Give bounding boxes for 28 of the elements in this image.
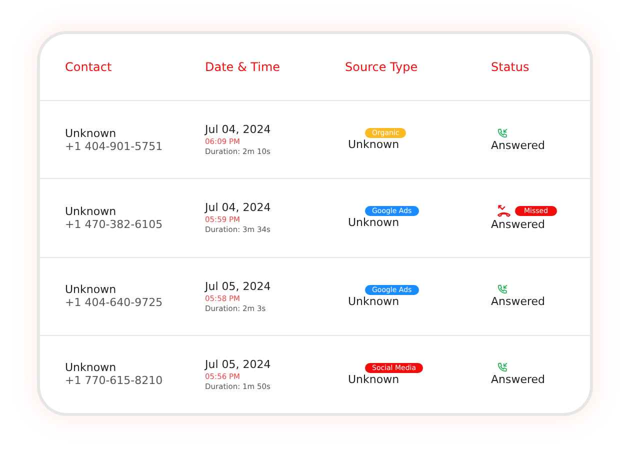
call-status: Answered: [491, 373, 546, 386]
call-date: Jul 04, 2024: [205, 201, 272, 214]
column-header: Source Type: [345, 60, 419, 74]
call-status: Answered: [491, 295, 546, 308]
contact-name: Unknown: [65, 204, 118, 218]
call-status: Answered: [491, 138, 546, 152]
phone-number: +1 770-615-8210: [65, 374, 164, 388]
contact-name: Unknown: [65, 361, 118, 374]
call-date: Jul 05, 2024: [205, 280, 272, 293]
incoming-call-icon: [497, 128, 508, 139]
incoming-call-icon: [497, 362, 508, 374]
phone-number: +1 470-382-6105: [65, 218, 164, 231]
contact-name: Unknown: [65, 126, 118, 140]
source-type: Unknown: [348, 372, 400, 386]
incoming-call-icon: [497, 284, 508, 296]
column-header: Date & Time: [205, 60, 282, 74]
contact-name: Unknown: [65, 283, 118, 296]
column-header: Status: [491, 60, 530, 74]
phone-number: +1 404-901-5751: [65, 140, 164, 153]
missed-call-icon: [497, 204, 511, 218]
column-header: Contact: [65, 60, 113, 74]
call-status: Answered: [491, 218, 546, 232]
call-date: Jul 05, 2024: [205, 358, 272, 371]
call-date: Jul 04, 2024: [205, 123, 272, 136]
source-type: Unknown: [348, 138, 400, 152]
phone-number: +1 404-640-9725: [65, 296, 164, 310]
source-type: Unknown: [348, 294, 400, 308]
source-type: Unknown: [348, 216, 400, 230]
